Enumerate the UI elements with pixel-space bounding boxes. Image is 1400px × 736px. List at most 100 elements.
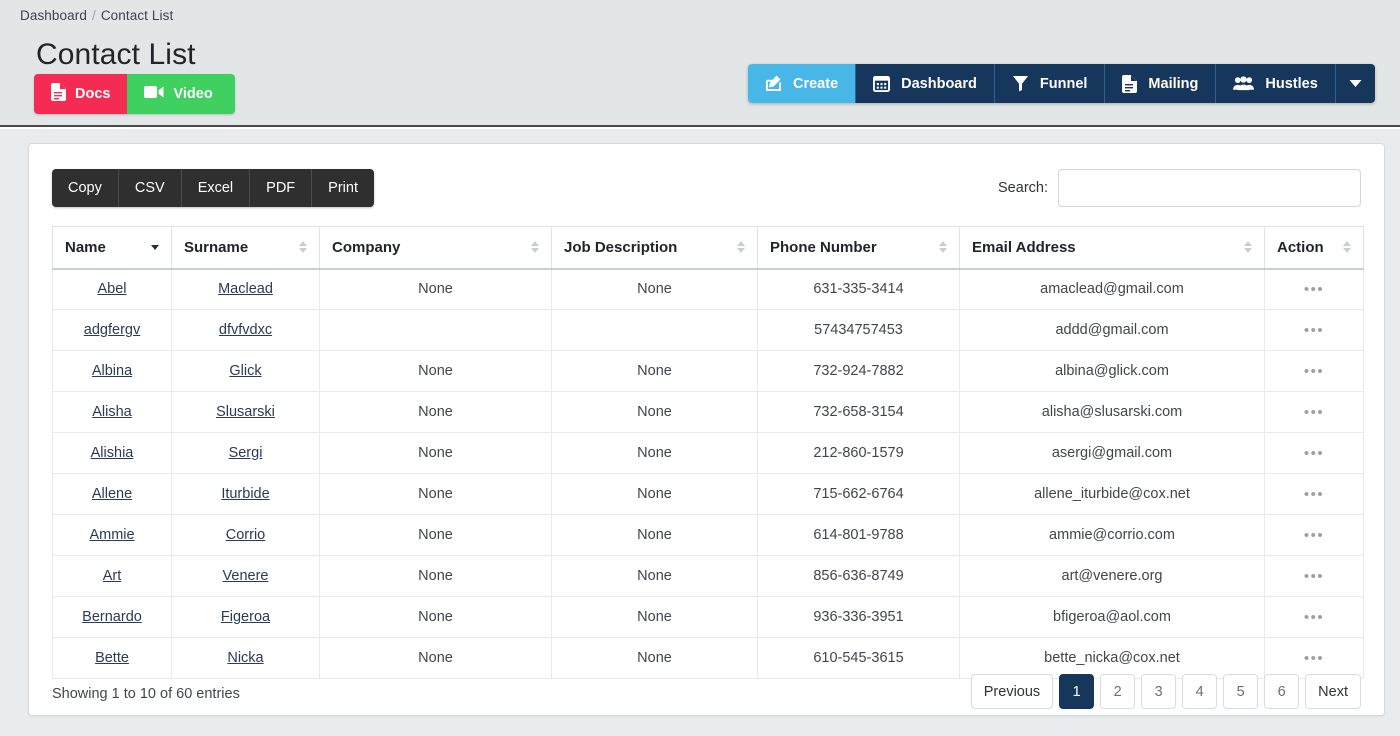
pagination-page-3[interactable]: 3 xyxy=(1141,674,1177,709)
cell-name: adgfergv xyxy=(52,309,172,351)
pencil-square-icon xyxy=(765,75,782,92)
row-actions-menu-icon[interactable]: ••• xyxy=(1304,527,1324,544)
row-actions-menu-icon[interactable]: ••• xyxy=(1304,363,1324,380)
export-button-group: Copy CSV Excel PDF Print xyxy=(52,169,374,207)
csv-button[interactable]: CSV xyxy=(117,169,181,207)
contact-surname-link[interactable]: Maclead xyxy=(218,281,273,297)
docs-button[interactable]: Docs xyxy=(34,74,128,114)
contact-surname-link[interactable]: Sergi xyxy=(229,445,263,461)
breadcrumb-dashboard[interactable]: Dashboard xyxy=(20,8,87,23)
cell-phone-number: 732-658-3154 xyxy=(757,391,960,433)
column-header-action-label: Action xyxy=(1277,238,1324,256)
contact-surname-link[interactable]: dfvfvdxc xyxy=(219,322,272,338)
cell-surname: Sergi xyxy=(171,432,320,474)
cell-job-description: None xyxy=(551,268,758,310)
entries-info: Showing 1 to 10 of 60 entries xyxy=(52,686,240,702)
content-area: Copy CSV Excel PDF Print Search: Name Su… xyxy=(0,129,1400,736)
search-label: Search: xyxy=(998,180,1048,196)
pagination-next-button[interactable]: Next xyxy=(1305,674,1361,709)
contact-surname-link[interactable]: Figeroa xyxy=(221,609,270,625)
nav-mailing-button[interactable]: Mailing xyxy=(1104,64,1216,103)
contact-list-card: Copy CSV Excel PDF Print Search: Name Su… xyxy=(28,143,1385,716)
contact-surname-link[interactable]: Slusarski xyxy=(216,404,275,420)
primary-nav-group: Create Dashboard Funnel Mailing Hustles xyxy=(748,64,1375,103)
sort-none-icon xyxy=(298,240,308,254)
row-actions-menu-icon[interactable]: ••• xyxy=(1304,281,1324,298)
search-input[interactable] xyxy=(1058,169,1361,207)
cell-job-description: None xyxy=(551,555,758,597)
row-actions-menu-icon[interactable]: ••• xyxy=(1304,404,1324,421)
row-actions-menu-icon[interactable]: ••• xyxy=(1304,650,1324,667)
contact-name-link[interactable]: Albina xyxy=(92,363,132,379)
contact-surname-link[interactable]: Glick xyxy=(229,363,261,379)
cell-job-description: None xyxy=(551,637,758,679)
sort-none-icon xyxy=(530,240,540,254)
contact-surname-link[interactable]: Nicka xyxy=(227,650,263,666)
contact-name-link[interactable]: Art xyxy=(103,568,122,584)
contact-surname-link[interactable]: Venere xyxy=(223,568,269,584)
contact-name-link[interactable]: Alisha xyxy=(92,404,132,420)
contact-surname-link[interactable]: Iturbide xyxy=(221,486,269,502)
pdf-button[interactable]: PDF xyxy=(249,169,312,207)
cell-job-description: None xyxy=(551,391,758,433)
pagination-page-2[interactable]: 2 xyxy=(1100,674,1136,709)
cell-action: ••• xyxy=(1264,596,1364,638)
cell-email-address: alisha@slusarski.com xyxy=(959,391,1265,433)
contact-surname-link[interactable]: Corrio xyxy=(226,527,265,543)
copy-button[interactable]: Copy xyxy=(52,169,118,207)
cell-company: None xyxy=(319,432,552,474)
cell-name: Art xyxy=(52,555,172,597)
nav-more-dropdown-button[interactable] xyxy=(1334,64,1375,103)
search-area: Search: xyxy=(998,169,1361,207)
row-actions-menu-icon[interactable]: ••• xyxy=(1304,445,1324,462)
print-button[interactable]: Print xyxy=(311,169,374,207)
column-header-phone-number[interactable]: Phone Number xyxy=(757,226,960,270)
cell-company: None xyxy=(319,596,552,638)
cell-name: Alishia xyxy=(52,432,172,474)
cell-email-address: bfigeroa@aol.com xyxy=(959,596,1265,638)
cell-email-address: asergi@gmail.com xyxy=(959,432,1265,474)
nav-funnel-button[interactable]: Funnel xyxy=(993,64,1105,103)
contact-name-link[interactable]: Allene xyxy=(92,486,132,502)
row-actions-menu-icon[interactable]: ••• xyxy=(1304,322,1324,339)
contact-name-link[interactable]: Ammie xyxy=(89,527,134,543)
cell-surname: Figeroa xyxy=(171,596,320,638)
column-header-phone-number-label: Phone Number xyxy=(770,238,877,256)
contact-name-link[interactable]: Abel xyxy=(97,281,126,297)
table-body: Abel Maclead None None 631-335-3414 amaclead@… xyxy=(52,268,1364,679)
column-header-action[interactable]: Action xyxy=(1264,226,1364,270)
column-header-job-description[interactable]: Job Description xyxy=(551,226,758,270)
cell-job-description: None xyxy=(551,350,758,392)
contact-name-link[interactable]: Alishia xyxy=(91,445,134,461)
pagination-previous-button[interactable]: Previous xyxy=(970,674,1054,709)
row-actions-menu-icon[interactable]: ••• xyxy=(1304,568,1324,585)
column-header-name[interactable]: Name xyxy=(52,226,172,270)
row-actions-menu-icon[interactable]: ••• xyxy=(1304,609,1324,626)
contact-name-link[interactable]: Bette xyxy=(95,650,129,666)
cell-name: Bernardo xyxy=(52,596,172,638)
cell-phone-number: 715-662-6764 xyxy=(757,473,960,515)
contact-name-link[interactable]: adgfergv xyxy=(84,322,140,338)
contact-name-link[interactable]: Bernardo xyxy=(82,609,142,625)
nav-dashboard-button[interactable]: Dashboard xyxy=(855,64,994,103)
cell-company: None xyxy=(319,555,552,597)
pagination-page-6[interactable]: 6 xyxy=(1264,674,1300,709)
nav-hustles-button[interactable]: Hustles xyxy=(1215,64,1335,103)
column-header-company[interactable]: Company xyxy=(319,226,552,270)
calendar-icon xyxy=(873,75,891,92)
excel-button[interactable]: Excel xyxy=(180,169,250,207)
cell-phone-number: 610-545-3615 xyxy=(757,637,960,679)
pagination-page-5[interactable]: 5 xyxy=(1223,674,1259,709)
column-header-surname[interactable]: Surname xyxy=(171,226,320,270)
pagination-page-1[interactable]: 1 xyxy=(1059,674,1095,709)
nav-create-button[interactable]: Create xyxy=(748,64,856,103)
cell-job-description: None xyxy=(551,514,758,556)
row-actions-menu-icon[interactable]: ••• xyxy=(1304,486,1324,503)
nav-hustles-label: Hustles xyxy=(1265,75,1318,92)
table-row: adgfergv dfvfvdxc 57434757453 addd@gmail.co… xyxy=(52,309,1364,351)
column-header-email-address[interactable]: Email Address xyxy=(959,226,1265,270)
cell-company: None xyxy=(319,268,552,310)
pagination-page-4[interactable]: 4 xyxy=(1182,674,1218,709)
video-camera-icon xyxy=(144,85,164,103)
video-button[interactable]: Video xyxy=(127,74,235,114)
